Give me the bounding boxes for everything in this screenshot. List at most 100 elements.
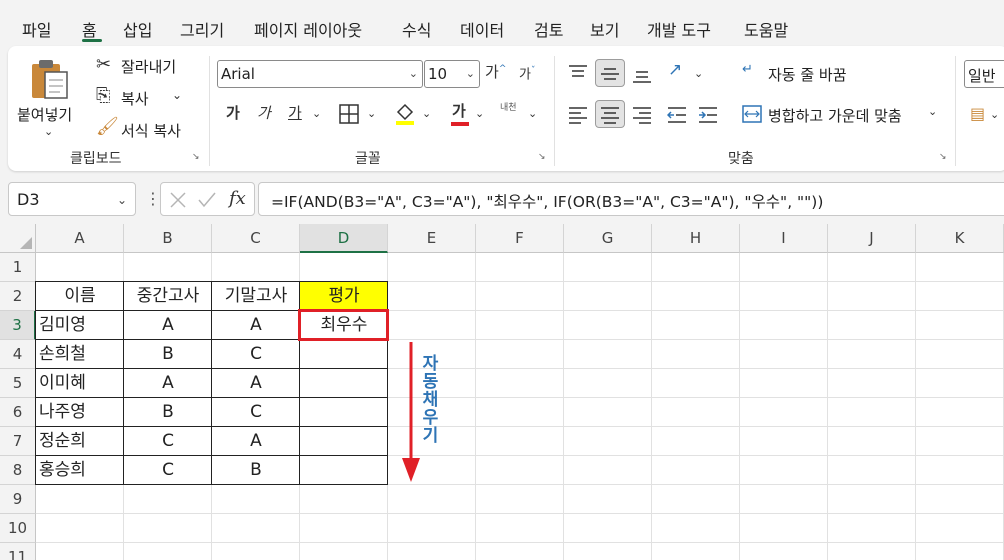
cut-button[interactable]: ✂ 잘라내기 xyxy=(96,54,196,78)
column-header-h[interactable]: H xyxy=(652,224,740,253)
more-options-icon[interactable]: ⋮ xyxy=(145,191,161,207)
align-middle-button[interactable] xyxy=(595,59,625,87)
dialog-launcher-icon[interactable]: ↘ xyxy=(538,152,548,162)
increase-font-size-icon[interactable]: 가^ xyxy=(485,65,506,80)
cut-label: 잘라내기 xyxy=(121,58,177,76)
tab-data[interactable]: 데이터 xyxy=(460,17,504,41)
name-box[interactable]: D3 ⌄ xyxy=(8,182,136,216)
decrease-indent-icon[interactable] xyxy=(667,106,687,124)
cell-border xyxy=(123,281,212,311)
font-name-dropdown[interactable]: Arial ⌄ xyxy=(217,60,423,88)
column-header-c[interactable]: C xyxy=(212,224,300,253)
tab-file[interactable]: 파일 xyxy=(22,17,51,41)
chevron-down-icon[interactable]: ⌄ xyxy=(422,108,431,119)
dialog-launcher-icon[interactable]: ↘ xyxy=(192,152,202,162)
chevron-down-icon: ⌄ xyxy=(928,105,938,118)
column-header-e[interactable]: E xyxy=(388,224,476,253)
dialog-launcher-icon[interactable]: ↘ xyxy=(939,152,949,162)
select-all-button[interactable] xyxy=(0,224,36,253)
clipboard-icon xyxy=(32,60,68,99)
merge-center-button[interactable]: 병합하고 가운데 맞춤 ⌄ xyxy=(742,101,942,127)
enter-check-icon[interactable] xyxy=(197,191,217,209)
row-header-5[interactable]: 5 xyxy=(0,369,36,398)
cell-border xyxy=(211,426,300,456)
column-header-a[interactable]: A xyxy=(36,224,124,253)
align-right-icon[interactable] xyxy=(632,106,652,124)
row-header-2[interactable]: 2 xyxy=(0,282,36,311)
font-color-icon[interactable]: 가 xyxy=(449,102,471,126)
column-header-k[interactable]: K xyxy=(916,224,1004,253)
row-header-3[interactable]: 3 xyxy=(0,311,36,340)
decrease-font-size-icon[interactable]: 가ˇ xyxy=(519,67,535,82)
autofill-annotation: 자동채우기 xyxy=(418,354,438,444)
insert-function-icon[interactable]: fx xyxy=(229,190,246,208)
paste-button[interactable]: 붙여넣기 ⌄ xyxy=(17,54,80,144)
cell-border xyxy=(299,339,388,369)
chevron-down-icon[interactable]: ⌄ xyxy=(475,108,484,119)
cell-border xyxy=(299,281,388,311)
cell-border xyxy=(35,310,124,340)
number-format-dropdown[interactable]: 일반 xyxy=(964,60,1004,88)
paintbrush-icon: 🖌 xyxy=(96,116,119,137)
chevron-down-icon[interactable]: ⌄ xyxy=(312,108,321,119)
increase-indent-icon[interactable] xyxy=(698,106,718,124)
format-painter-button[interactable]: 🖌 서식 복사 xyxy=(96,118,206,142)
tab-page-layout[interactable]: 페이지 레이아웃 xyxy=(254,17,362,41)
group-divider xyxy=(955,56,956,166)
cell-border xyxy=(35,455,124,485)
chevron-down-icon[interactable]: ⌄ xyxy=(172,89,182,101)
align-center-button[interactable] xyxy=(595,100,625,128)
tab-review[interactable]: 검토 xyxy=(534,17,563,41)
column-header-g[interactable]: G xyxy=(564,224,652,253)
formula-input[interactable]: =IF(AND(B3="A", C3="A"), "최우수", IF(OR(B3… xyxy=(258,182,1004,216)
borders-icon[interactable] xyxy=(339,104,359,124)
phonetic-guide-icon[interactable]: 내천 xyxy=(500,104,517,113)
align-bottom-icon[interactable] xyxy=(632,66,652,84)
wrap-text-icon: ↵ xyxy=(742,62,753,77)
column-header-f[interactable]: F xyxy=(476,224,564,253)
number-format-value: 일반 xyxy=(968,67,996,85)
chevron-down-icon[interactable]: ⌄ xyxy=(367,108,376,119)
column-header-b[interactable]: B xyxy=(124,224,212,253)
italic-icon[interactable]: 가 xyxy=(257,106,271,121)
fill-color-icon[interactable] xyxy=(394,102,416,126)
worksheet-grid[interactable]: ABCDEFGHIJK 1 2 3 4 5 6 7 8 9 10 11 이름 중간고사 기말고사 평가 김미… xyxy=(0,224,1004,560)
column-header-i[interactable]: I xyxy=(740,224,828,253)
tab-draw[interactable]: 그리기 xyxy=(180,17,224,41)
tab-view[interactable]: 보기 xyxy=(590,17,619,41)
wrap-text-button[interactable]: ↵ 자동 줄 바꿈 xyxy=(742,60,882,86)
cell-border xyxy=(211,310,300,340)
tab-developer[interactable]: 개발 도구 xyxy=(647,17,711,41)
row-header-10[interactable]: 10 xyxy=(0,514,36,543)
row-header-8[interactable]: 8 xyxy=(0,456,36,485)
cell-border xyxy=(35,368,124,398)
column-header-j[interactable]: J xyxy=(828,224,916,253)
row-header-9[interactable]: 9 xyxy=(0,485,36,514)
copy-button[interactable]: ⎘ 복사 ⌄ xyxy=(96,86,196,110)
tab-home[interactable]: 홈 xyxy=(82,17,97,41)
chevron-down-icon[interactable]: ⌄ xyxy=(528,108,537,119)
copy-icon: ⎘ xyxy=(96,85,111,106)
font-size-dropdown[interactable]: 10 ⌄ xyxy=(424,60,480,88)
orientation-icon[interactable]: ↗ xyxy=(668,62,682,79)
row-header-11[interactable]: 11 xyxy=(0,543,36,560)
accounting-format-icon[interactable]: ▤ xyxy=(970,106,985,122)
select-all-icon xyxy=(20,237,32,249)
underline-icon[interactable]: 가 xyxy=(288,106,302,121)
row-header-1[interactable]: 1 xyxy=(0,253,36,282)
chevron-down-icon[interactable]: ⌄ xyxy=(694,68,703,79)
align-left-icon[interactable] xyxy=(568,106,588,124)
chevron-down-icon[interactable]: ⌄ xyxy=(990,109,999,120)
row-header-4[interactable]: 4 xyxy=(0,340,36,369)
tab-formulas[interactable]: 수식 xyxy=(402,17,431,41)
cell-border xyxy=(211,397,300,427)
row-header-7[interactable]: 7 xyxy=(0,427,36,456)
cancel-icon[interactable] xyxy=(169,191,187,209)
bold-icon[interactable]: 가 xyxy=(226,106,240,121)
align-top-icon[interactable] xyxy=(568,64,588,82)
column-header-d[interactable]: D xyxy=(300,224,388,253)
tab-insert[interactable]: 삽입 xyxy=(123,17,152,41)
tab-help[interactable]: 도움말 xyxy=(744,17,788,41)
gridline xyxy=(36,542,1004,543)
row-header-6[interactable]: 6 xyxy=(0,398,36,427)
